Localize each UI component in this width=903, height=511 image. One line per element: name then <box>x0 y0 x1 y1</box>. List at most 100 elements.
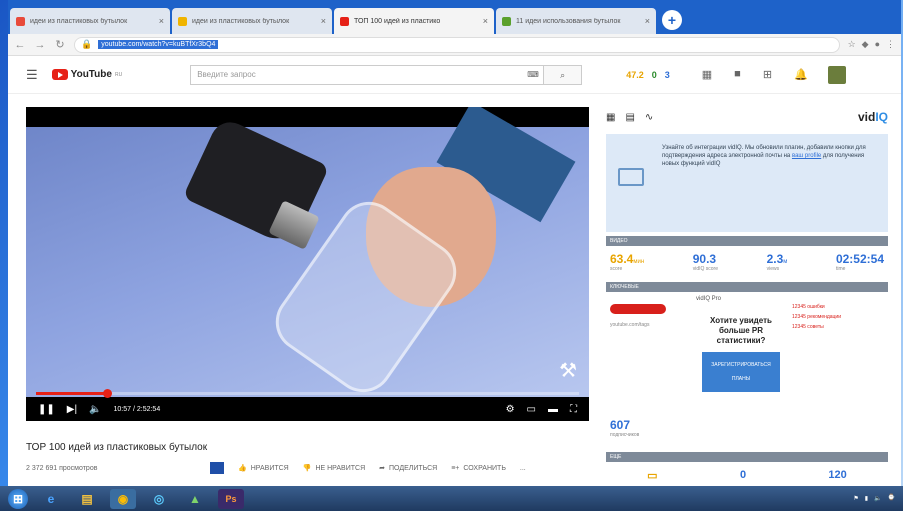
photoshop-icon[interactable]: Ps <box>218 488 244 509</box>
tab-title: идеи из пластиковых бутылок <box>192 17 290 25</box>
keywords-box: youtube.com/tags vidIQ Pro Хотите увидет… <box>606 292 888 412</box>
lock-icon: 🔒 <box>81 39 93 49</box>
metric-value: 90.3 <box>692 252 717 266</box>
promo-button[interactable]: ЗАРЕГИСТРИРОВАТЬСЯ ПЛАНЫ <box>702 352 780 392</box>
kw-link[interactable]: 12345 рекомендации <box>792 312 841 322</box>
volume-icon[interactable]: 🔈 <box>89 404 101 415</box>
share-button[interactable]: ➦ Поделиться <box>379 464 438 473</box>
chart-icon[interactable]: ∿ <box>645 112 653 123</box>
tab-favicon <box>16 16 25 26</box>
progress-bar[interactable] <box>36 389 579 398</box>
thumbs-down-icon: 👎 <box>302 465 312 472</box>
calendar-icon[interactable]: ▦ <box>702 68 712 81</box>
tab-favicon <box>502 16 511 26</box>
forward-icon[interactable]: → <box>34 39 46 51</box>
video-camera-icon[interactable]: ■ <box>734 68 741 81</box>
stat-value: 47.2 <box>626 69 644 80</box>
metric-label: views <box>766 266 780 272</box>
kw-link[interactable]: 12345 советы <box>792 322 841 332</box>
stat-value: 0 <box>651 69 657 80</box>
tab-favicon <box>178 16 187 26</box>
tab-title: 11 идеи использования бутылок <box>516 17 621 25</box>
tab-strip: идеи из пластиковых бутылок × идеи из пла… <box>8 0 901 34</box>
hamburger-menu-icon[interactable]: ☰ <box>26 67 38 83</box>
share-label: Поделиться <box>389 464 438 472</box>
apps-grid-icon[interactable]: ⊞ <box>763 68 772 81</box>
video-player[interactable]: ⚒ ❚❚ ▶| 🔈 10:57 / 2:52:54 ⚙ ▭ ▬ ⛶ <box>26 107 589 421</box>
info-link[interactable]: ваш profile <box>792 153 821 159</box>
extension-icon[interactable]: ● <box>875 39 880 50</box>
tray-network-icon[interactable]: ▮ <box>865 495 868 502</box>
youtube-logo[interactable]: YouTube RU <box>51 69 122 80</box>
section-header-video[interactable]: ВИДЕО <box>606 236 888 246</box>
star-icon[interactable]: ☆ <box>848 39 856 50</box>
section-header-more[interactable]: ЕЩЕ <box>606 452 888 462</box>
next-icon[interactable]: ▶| <box>67 404 77 415</box>
pause-icon[interactable]: ❚❚ <box>38 404 55 415</box>
youtube-pill <box>610 304 666 314</box>
playlist-add-icon: ≡+ <box>451 464 460 472</box>
app-icon-2[interactable]: ▲ <box>182 489 208 509</box>
theater-mode-icon[interactable]: ▬ <box>548 404 558 415</box>
tray-volume-icon[interactable]: 🔈 <box>874 495 881 502</box>
tab-close-icon[interactable]: × <box>321 16 326 26</box>
promo-text: Хотите увидеть больше PR статистики? <box>710 316 772 345</box>
vidiq-toolbar: ▦ ▤ ∿ vidIQ <box>606 106 888 128</box>
miniplayer-icon[interactable]: ▭ <box>527 404 536 415</box>
ie-icon[interactable]: e <box>38 489 64 509</box>
browser-window: идеи из пластиковых бутылок × идеи из пла… <box>8 0 901 486</box>
back-icon[interactable]: ← <box>14 39 26 51</box>
vidiq-logo: vidIQ <box>858 110 888 124</box>
clock[interactable]: ⌚ <box>888 495 895 502</box>
address-bar[interactable]: 🔒 youtube.com/watch?v=kuBTfXr3bQ4 <box>74 36 840 53</box>
tray-flag-icon[interactable]: ⚑ <box>853 495 858 502</box>
explorer-icon[interactable]: ▤ <box>74 489 100 509</box>
keyboard-icon[interactable]: ⌨ <box>527 70 543 79</box>
metric-2: 90.3 vidIQ score <box>693 252 718 272</box>
browser-tab-2[interactable]: идеи из пластиковых бутылок × <box>172 8 332 34</box>
kw-middle: vidIQ Pro Хотите увидеть больше PR стати… <box>696 296 786 408</box>
kw-link[interactable]: 12345 ошибки <box>792 302 841 312</box>
tab-close-icon[interactable]: × <box>483 16 488 26</box>
metric-value: 63.4 <box>610 252 634 266</box>
new-tab-button[interactable]: + <box>662 10 682 30</box>
search-input[interactable]: Введите запрос <box>191 70 527 79</box>
bottom-value-1: ▭ <box>647 469 658 482</box>
download-icon[interactable] <box>210 462 224 474</box>
reload-icon[interactable]: ↻ <box>54 38 66 51</box>
browser-tab-4[interactable]: 11 идеи использования бутылок × <box>496 8 656 34</box>
avatar[interactable] <box>827 65 846 84</box>
metric-3: 2.3м views <box>767 252 788 272</box>
start-icon[interactable]: ⊞ <box>8 488 28 509</box>
search-button[interactable]: ⌕ <box>543 65 582 84</box>
metric-value: 02:52:54 <box>835 252 884 266</box>
promo-btn-label: ЗАРЕГИСТРИРОВАТЬСЯ <box>711 362 771 368</box>
url-text[interactable]: youtube.com/watch?v=kuBTfXr3bQ4 <box>98 40 219 49</box>
kw-sub: youtube.com/tags <box>610 322 650 328</box>
section-header-keywords[interactable]: КЛЮЧЕВЫЕ <box>606 282 888 292</box>
more-button[interactable]: ... <box>520 465 526 472</box>
progress-handle[interactable] <box>102 389 112 398</box>
fullscreen-icon[interactable]: ⛶ <box>570 404 577 415</box>
settings-icon[interactable]: ⚙ <box>506 404 515 415</box>
extension-icon[interactable]: ◆ <box>862 39 869 50</box>
browser-tab-3[interactable]: ТОП 100 идей из пластико × <box>334 8 494 34</box>
tab-close-icon[interactable]: × <box>159 16 164 26</box>
envelope-icon <box>618 168 644 186</box>
extension-icons: ☆ ◆ ● ⋮ <box>848 39 895 50</box>
grid-icon[interactable]: ▦ <box>606 112 615 123</box>
bell-icon[interactable]: 🔔 <box>794 68 808 81</box>
menu-icon[interactable]: ⋮ <box>886 39 895 50</box>
metric-label: score <box>610 266 623 272</box>
vidiq-suffix: IQ <box>875 110 888 124</box>
tab-close-icon[interactable]: × <box>645 16 650 26</box>
windows-taskbar: ⊞ e ▤ ◉ ◎ ▲ Ps ⚑ ▮ 🔈 ⌚ <box>0 486 903 511</box>
dislike-button[interactable]: 👎 Не нравится <box>302 464 365 473</box>
chrome-icon[interactable]: ◉ <box>110 488 136 509</box>
doc-icon[interactable]: ▤ <box>625 112 634 123</box>
browser-tab-1[interactable]: идеи из пластиковых бутылок × <box>10 8 170 34</box>
app-icon[interactable]: ◎ <box>146 489 172 509</box>
like-button[interactable]: 👍 Нравится <box>238 464 289 473</box>
bottom-value-3: 120 <box>828 469 847 481</box>
save-button[interactable]: ≡+ Сохранить <box>451 465 506 472</box>
